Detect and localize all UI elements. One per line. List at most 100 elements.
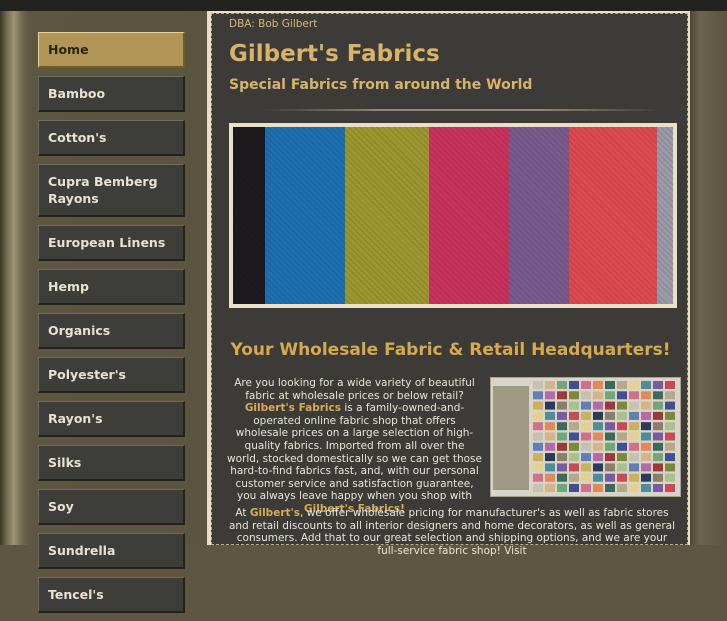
swatch-chip: [653, 453, 663, 462]
swatch-chip: [665, 401, 675, 410]
fabric-stripe: [569, 127, 663, 304]
nav-item-tencels[interactable]: Tencel's: [38, 577, 185, 613]
nav-item-soy[interactable]: Soy: [38, 489, 185, 525]
nav-item-cupra-bemberg-rayons[interactable]: Cupra Bemberg Rayons: [38, 164, 185, 217]
swatch-chip: [629, 381, 639, 389]
swatch-chip: [557, 453, 567, 462]
swatch-chip: [629, 411, 639, 420]
swatch-chip: [605, 391, 615, 400]
swatch-chip: [581, 442, 591, 451]
nav-item-hemp[interactable]: Hemp: [38, 269, 185, 305]
swatch-chip: [665, 463, 675, 472]
nav-item-sundrella[interactable]: Sundrella: [38, 533, 185, 569]
swatch-chip: [617, 422, 627, 431]
swatch-chip: [581, 381, 591, 389]
swatch-chip: [581, 401, 591, 410]
swatch-chip: [605, 432, 615, 441]
swatch-chip: [665, 453, 675, 462]
swatch-chip: [545, 442, 555, 451]
swatch-chip: [581, 484, 591, 492]
swatch-chip: [569, 484, 579, 492]
swatch-chip: [665, 432, 675, 441]
swatch-chip: [557, 473, 567, 482]
swatch-chip: [653, 442, 663, 451]
swatch-chip: [581, 463, 591, 472]
swatch-chip: [569, 391, 579, 400]
sidebar-nav: Home Bamboo Cotton's Cupra Bemberg Rayon…: [38, 32, 186, 621]
swatch-chip: [581, 411, 591, 420]
swatch-chip: [641, 411, 651, 420]
divider: [262, 109, 662, 111]
swatch-chip: [653, 484, 663, 492]
nav-item-home[interactable]: Home: [38, 32, 185, 68]
swatch-chip: [629, 422, 639, 431]
swatch-chip: [629, 442, 639, 451]
swatch-chip: [545, 411, 555, 420]
nav-item-cottons[interactable]: Cotton's: [38, 120, 185, 156]
swatch-chip: [653, 401, 663, 410]
swatch-chip: [653, 381, 663, 389]
swatch-chip: [653, 391, 663, 400]
swatch-chip: [641, 463, 651, 472]
swatch-chip: [581, 453, 591, 462]
pricing-brand: Gilbert's: [249, 507, 300, 519]
swatch-chip: [665, 381, 675, 389]
dba-text: DBA: Bob Gilbert: [229, 18, 318, 30]
swatch-chip: [557, 463, 567, 472]
pricing-paragraph: At Gilbert's, we offer wholesale pricing…: [227, 507, 677, 557]
swatch-chip: [641, 473, 651, 482]
nav-item-silks[interactable]: Silks: [38, 445, 185, 481]
swatch-chip: [533, 391, 543, 400]
swatch-chip: [593, 432, 603, 441]
top-bar: [0, 0, 727, 11]
swatch-chip: [605, 473, 615, 482]
swatch-chip: [629, 484, 639, 492]
swatch-chip: [605, 453, 615, 462]
swatch-chip: [533, 484, 543, 492]
swatch-chip: [557, 381, 567, 389]
swatch-chip: [593, 401, 603, 410]
swatch-chip: [593, 484, 603, 492]
nav-item-rayons[interactable]: Rayon's: [38, 401, 185, 437]
nav-item-polyesters[interactable]: Polyester's: [38, 357, 185, 393]
swatch-chip: [641, 484, 651, 492]
swatch-chip: [533, 432, 543, 441]
swatch-chip: [533, 381, 543, 389]
swatch-chip: [569, 473, 579, 482]
swatch-chip: [569, 453, 579, 462]
fabric-stripe: [265, 127, 351, 304]
swatch-chip: [617, 442, 627, 451]
swatch-chip: [545, 432, 555, 441]
swatch-chip: [545, 473, 555, 482]
swatch-chip: [605, 463, 615, 472]
swatch-chip: [569, 463, 579, 472]
swatch-chip: [665, 422, 675, 431]
swatch-chip: [581, 422, 591, 431]
swatch-chip: [653, 422, 663, 431]
swatch-chip: [557, 401, 567, 410]
fabric-stripe: [429, 127, 515, 304]
right-background: [690, 11, 727, 545]
swatch-chip: [665, 484, 675, 492]
swatch-chip: [545, 401, 555, 410]
swatch-chip: [641, 422, 651, 431]
main-content: DBA: Bob Gilbert Gilbert's Fabrics Speci…: [211, 13, 688, 557]
nav-item-european-linens[interactable]: European Linens: [38, 225, 185, 261]
swatch-chip: [629, 473, 639, 482]
intro-text-1: Are you looking for a wide variety of be…: [234, 377, 475, 402]
nav-item-bamboo[interactable]: Bamboo: [38, 76, 185, 112]
nav-item-organics[interactable]: Organics: [38, 313, 185, 349]
swatch-chip: [605, 381, 615, 389]
swatch-chip: [629, 453, 639, 462]
fabric-stripe: [657, 127, 673, 304]
swatch-chip: [605, 401, 615, 410]
swatch-sample-strip: [493, 386, 529, 490]
swatch-chip: [665, 442, 675, 451]
swatch-chip: [533, 473, 543, 482]
swatch-chip: [605, 484, 615, 492]
swatch-chip: [617, 484, 627, 492]
swatch-chip: [581, 391, 591, 400]
swatch-chip: [593, 422, 603, 431]
swatch-chip: [629, 463, 639, 472]
swatch-chip: [605, 411, 615, 420]
